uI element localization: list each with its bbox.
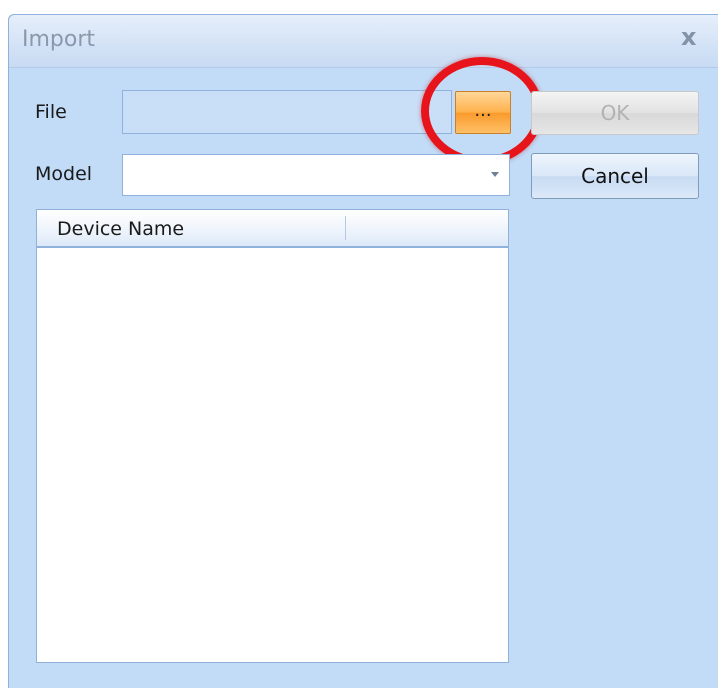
model-label: Model [35,163,93,185]
close-icon[interactable]: x [681,25,696,49]
import-dialog: Import x File ... OK Model Cancel Device… [8,14,718,688]
column-header-device-name[interactable]: Device Name [57,218,184,240]
column-divider[interactable] [345,216,346,240]
file-path-field[interactable] [122,90,452,134]
ok-button-label: OK [600,101,630,125]
model-dropdown[interactable] [122,154,510,196]
cancel-button-label: Cancel [581,164,649,188]
dialog-title: Import [22,27,96,52]
file-label: File [35,101,67,123]
ok-button[interactable]: OK [531,91,699,135]
list-header: Device Name [37,210,508,248]
cancel-button[interactable]: Cancel [531,153,699,199]
browse-button[interactable]: ... [455,91,511,134]
title-bar: Import x [9,15,718,68]
chevron-down-icon[interactable] [491,172,499,177]
device-list[interactable]: Device Name [36,209,509,663]
ellipsis-icon: ... [474,100,492,121]
